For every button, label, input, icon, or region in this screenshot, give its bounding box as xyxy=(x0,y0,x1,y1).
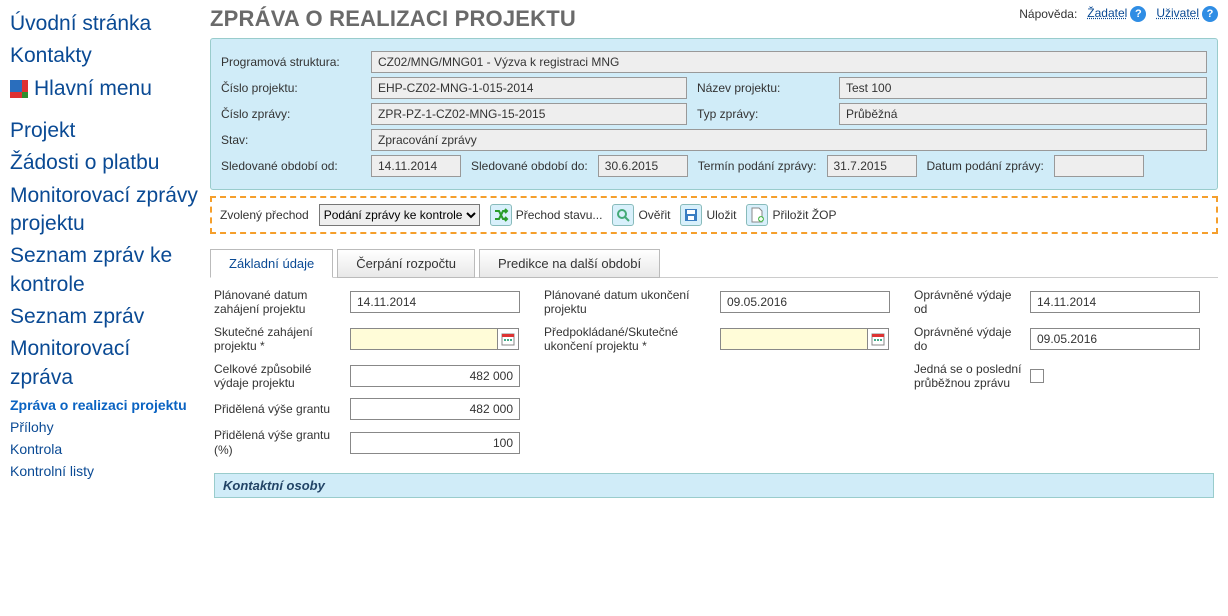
tab-basic-info[interactable]: Základní údaje xyxy=(210,249,333,278)
projname-value: Test 100 xyxy=(839,77,1207,99)
elig-from-field xyxy=(1030,291,1200,313)
total-elig-field xyxy=(350,365,520,387)
exp-end-field[interactable] xyxy=(720,328,868,350)
grant-amt-label: Přidělená výše grantu xyxy=(214,402,344,416)
main-content: Zpráva o realizaci projektu Nápověda: Ža… xyxy=(204,0,1228,504)
plan-end-label: Plánované datum ukončení projektu xyxy=(544,288,714,317)
reptype-value: Průběžná xyxy=(839,103,1207,125)
transition-button[interactable]: Přechod stavu... xyxy=(490,204,603,226)
help-label: Nápověda: xyxy=(1019,7,1077,21)
help-applicant-link[interactable]: Žadatel xyxy=(1087,6,1127,20)
section-contacts: Kontaktní osoby xyxy=(214,473,1214,498)
projnum-value: EHP-CZ02-MNG-1-015-2014 xyxy=(371,77,687,99)
submitdate-label: Datum podání zprávy: xyxy=(927,159,1044,173)
period-to-value: 30.6.2015 xyxy=(598,155,688,177)
period-from-label: Sledované období od: xyxy=(221,159,361,173)
attach-zop-button[interactable]: Přiložit ŽOP xyxy=(746,204,836,226)
save-button[interactable]: Uložit xyxy=(680,204,736,226)
transition-select[interactable]: Podání zprávy ke kontrole xyxy=(319,204,480,226)
magnifier-icon xyxy=(612,204,634,226)
document-add-icon xyxy=(746,204,768,226)
floppy-icon xyxy=(680,204,702,226)
subnav-attachments[interactable]: Přílohy xyxy=(10,416,198,438)
subnav-control[interactable]: Kontrola xyxy=(10,438,198,460)
info-panel: Programová struktura: CZ02/MNG/MNG01 - V… xyxy=(210,38,1218,190)
repnum-label: Číslo zprávy: xyxy=(221,107,361,121)
plan-start-field xyxy=(350,291,520,313)
help-icon: ? xyxy=(1130,6,1146,22)
transition-label: Zvolený přechod xyxy=(220,208,309,222)
real-start-label: Skutečné zahájení projektu * xyxy=(214,325,344,354)
nav-mainmenu[interactable]: Hlavní menu xyxy=(10,73,198,105)
last-interim-checkbox[interactable] xyxy=(1030,369,1044,383)
shuffle-icon xyxy=(490,204,512,226)
plan-start-label: Plánované datum zahájení projektu xyxy=(214,288,344,317)
help-bar: Nápověda: Žadatel? Uživatel? xyxy=(1019,6,1218,22)
plan-end-field xyxy=(720,291,890,313)
subnav-realization-report[interactable]: Zpráva o realizaci projektu xyxy=(10,394,198,416)
subnav-checklists[interactable]: Kontrolní listy xyxy=(10,460,198,482)
nav-payment-requests[interactable]: Žádosti o platbu xyxy=(10,147,198,179)
grant-pct-field xyxy=(350,432,520,454)
sidebar: Úvodní stránka Kontakty Hlavní menu Proj… xyxy=(0,0,204,504)
projnum-label: Číslo projektu: xyxy=(221,81,361,95)
last-interim-label: Jedná se o poslední průběžnou zprávu xyxy=(914,362,1024,391)
grant-pct-label: Přidělená výše grantu (%) xyxy=(214,428,344,457)
state-value: Zpracování zprávy xyxy=(371,129,1207,151)
calendar-icon[interactable] xyxy=(867,328,889,350)
deadline-label: Termín podání zprávy: xyxy=(698,159,817,173)
total-elig-label: Celkové způsobilé výdaje projektu xyxy=(214,362,344,391)
elig-from-label: Oprávněné výdaje od xyxy=(914,288,1024,317)
help-icon: ? xyxy=(1202,6,1218,22)
repnum-value: ZPR-PZ-1-CZ02-MNG-15-2015 xyxy=(371,103,687,125)
elig-to-field xyxy=(1030,328,1200,350)
deadline-value: 31.7.2015 xyxy=(827,155,917,177)
nav-home[interactable]: Úvodní stránka xyxy=(10,8,198,40)
grant-amt-field xyxy=(350,398,520,420)
nav-reports-to-check[interactable]: Seznam zpráv ke kontrole xyxy=(10,240,198,301)
elig-to-label: Oprávněné výdaje do xyxy=(914,325,1024,354)
period-from-value: 14.11.2014 xyxy=(371,155,461,177)
nav-monitoring-reports[interactable]: Monitorovací zprávy projektu xyxy=(10,180,198,241)
reptype-label: Typ zprávy: xyxy=(697,107,829,121)
action-toolbar: Zvolený přechod Podání zprávy ke kontrol… xyxy=(210,196,1218,234)
submitdate-value xyxy=(1054,155,1144,177)
grid-icon xyxy=(10,80,28,98)
help-user-link[interactable]: Uživatel xyxy=(1156,6,1199,20)
prog-struct-value: CZ02/MNG/MNG01 - Výzva k registraci MNG xyxy=(371,51,1207,73)
page-title: Zpráva o realizaci projektu xyxy=(210,6,576,32)
tab-budget-drawdown[interactable]: Čerpání rozpočtu xyxy=(337,249,475,278)
real-start-field[interactable] xyxy=(350,328,498,350)
state-label: Stav: xyxy=(221,133,361,147)
nav-monitoring-report[interactable]: Monitorovací zpráva xyxy=(10,333,198,394)
nav-report-list[interactable]: Seznam zpráv xyxy=(10,301,198,333)
prog-struct-label: Programová struktura: xyxy=(221,55,361,69)
tab-bar: Základní údaje Čerpání rozpočtu Predikce… xyxy=(210,248,1218,278)
exp-end-label: Předpokládané/Skutečné ukončení projektu… xyxy=(544,325,714,354)
nav-contacts[interactable]: Kontakty xyxy=(10,40,198,72)
nav-project[interactable]: Projekt xyxy=(10,115,198,147)
calendar-icon[interactable] xyxy=(497,328,519,350)
verify-button[interactable]: Ověřit xyxy=(612,204,670,226)
period-to-label: Sledované období do: xyxy=(471,159,588,173)
form-panel: Plánované datum zahájení projektu Plánov… xyxy=(210,288,1218,498)
projname-label: Název projektu: xyxy=(697,81,829,95)
tab-prediction[interactable]: Predikce na další období xyxy=(479,249,660,278)
